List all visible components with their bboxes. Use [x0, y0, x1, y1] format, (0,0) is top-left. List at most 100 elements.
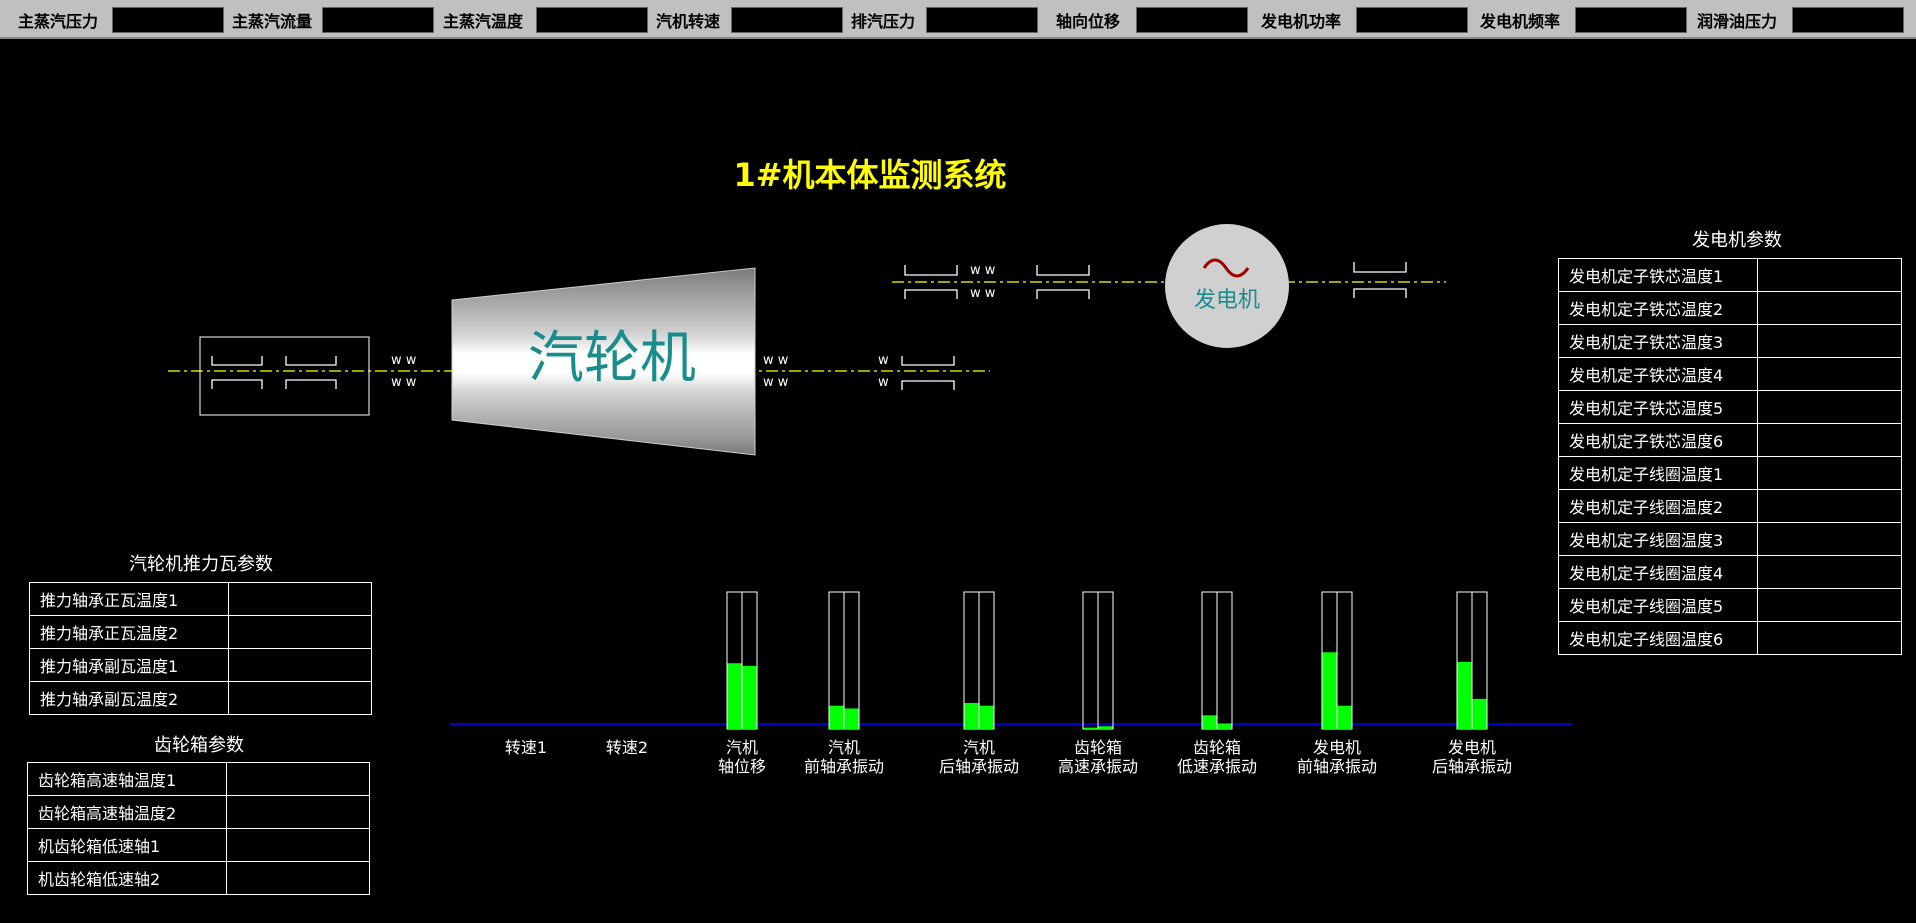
bar-gauge-fill [829, 705, 844, 729]
param-value [1757, 390, 1902, 424]
param-value [226, 828, 370, 862]
svg-text:w w: w w [763, 375, 789, 390]
param-value [1757, 291, 1902, 325]
bar-gauge-fill [1457, 661, 1472, 729]
svg-text:w w: w w [763, 353, 789, 368]
param-label: 推力轴承正瓦温度2 [29, 615, 229, 649]
vibration-bar-gauges [726, 591, 1488, 730]
generator-params-title: 发电机参数 [1692, 230, 1782, 251]
param-label: 发电机定子铁芯温度6 [1558, 423, 1758, 457]
bar-gauge-fill [1083, 727, 1098, 729]
bar-gauge-label: 转速2 [605, 738, 649, 757]
param-row: 推力轴承副瓦温度2 [29, 681, 372, 715]
bar-gauge-label: 齿轮箱 低速承振动 [1176, 738, 1257, 776]
thrust-params-table: 推力轴承正瓦温度1 推力轴承正瓦温度2 推力轴承副瓦温度1 推力轴承副瓦温度2 [29, 582, 372, 715]
bar-gauge-label: 汽机 后轴承振动 [938, 738, 1019, 776]
param-label: 推力轴承正瓦温度1 [29, 582, 229, 616]
bar-gauge-outline [1201, 591, 1218, 730]
bar-gauge-fill [1472, 698, 1487, 729]
param-row: 推力轴承正瓦温度2 [29, 615, 372, 649]
param-row: 发电机定子线圈温度1 [1558, 456, 1902, 490]
param-value [1757, 357, 1902, 391]
turbine-label: 汽轮机 [528, 326, 696, 391]
bar-gauge-label: 汽机 前轴承振动 [803, 738, 884, 776]
param-row: 齿轮箱高速轴温度2 [27, 795, 370, 829]
bar-gauge-label: 齿轮箱 高速承振动 [1057, 738, 1138, 776]
param-value [226, 861, 370, 895]
param-row: 发电机定子铁芯温度2 [1558, 291, 1902, 325]
bar-gauge-fill [964, 702, 979, 729]
param-row: 发电机定子线圈温度6 [1558, 621, 1902, 655]
param-label: 发电机定子线圈温度3 [1558, 522, 1758, 556]
param-value [226, 795, 370, 829]
param-row: 发电机定子铁芯温度6 [1558, 423, 1902, 457]
param-row: 机齿轮箱低速轴1 [27, 828, 370, 862]
bar-gauge-fill [742, 665, 757, 729]
thrust-bearing-box [199, 336, 370, 416]
svg-text:w w: w w [970, 263, 996, 278]
param-label: 发电机定子线圈温度1 [1558, 456, 1758, 490]
param-value [228, 615, 372, 649]
param-row: 机齿轮箱低速轴2 [27, 861, 370, 895]
gearbox-params-title: 齿轮箱参数 [154, 735, 244, 756]
svg-text:w: w [878, 375, 889, 390]
bar-gauge-fill [1202, 715, 1217, 729]
param-value [1757, 555, 1902, 589]
param-label: 发电机定子铁芯温度3 [1558, 324, 1758, 358]
bar-gauge-fill [1098, 726, 1113, 729]
thrust-params-title: 汽轮机推力瓦参数 [129, 554, 273, 575]
param-value [228, 681, 372, 715]
param-value [228, 648, 372, 682]
bar-gauge-fill [1337, 705, 1352, 729]
bar-gauge-label: 发电机 前轴承振动 [1296, 738, 1377, 776]
param-label: 发电机定子线圈温度5 [1558, 588, 1758, 622]
param-label: 推力轴承副瓦温度1 [29, 648, 229, 682]
bar-gauge-outline [1216, 591, 1233, 730]
generator-label: 发电机 [1194, 288, 1260, 313]
param-row: 推力轴承副瓦温度1 [29, 648, 372, 682]
bar-gauge-fill [1217, 723, 1232, 729]
bar-gauge-outline [1082, 591, 1099, 730]
param-value [1757, 489, 1902, 523]
bar-gauge-fill [727, 663, 742, 729]
param-value [1757, 423, 1902, 457]
param-row: 推力轴承正瓦温度1 [29, 582, 372, 616]
gearbox-params-table: 齿轮箱高速轴温度1 齿轮箱高速轴温度2 机齿轮箱低速轴1 机齿轮箱低速轴2 [27, 762, 370, 895]
param-label: 发电机定子铁芯温度2 [1558, 291, 1758, 325]
param-row: 发电机定子线圈温度4 [1558, 555, 1902, 589]
param-value [1757, 258, 1902, 292]
param-row: 发电机定子线圈温度5 [1558, 588, 1902, 622]
bar-gauge-fill [1322, 652, 1337, 729]
param-row: 发电机定子铁芯温度1 [1558, 258, 1902, 292]
param-label: 发电机定子铁芯温度1 [1558, 258, 1758, 292]
bar-gauge-outline [1097, 591, 1114, 730]
param-row: 发电机定子线圈温度2 [1558, 489, 1902, 523]
param-label: 发电机定子线圈温度4 [1558, 555, 1758, 589]
param-label: 发电机定子线圈温度6 [1558, 621, 1758, 655]
generator-params-table: 发电机定子铁芯温度1 发电机定子铁芯温度2 发电机定子铁芯温度3 发电机定子铁芯温度4… [1558, 258, 1902, 655]
param-label: 机齿轮箱低速轴1 [27, 828, 227, 862]
param-row: 发电机定子铁芯温度4 [1558, 357, 1902, 391]
param-row: 齿轮箱高速轴温度1 [27, 762, 370, 796]
svg-text:w w: w w [391, 375, 417, 390]
param-row: 发电机定子铁芯温度3 [1558, 324, 1902, 358]
generator-circle [1165, 224, 1289, 348]
param-value [1757, 456, 1902, 490]
bar-gauge-fill [979, 705, 994, 729]
param-label: 机齿轮箱低速轴2 [27, 861, 227, 895]
param-label: 齿轮箱高速轴温度1 [27, 762, 227, 796]
param-value [228, 582, 372, 616]
param-value [1757, 522, 1902, 556]
bar-gauge-fill [844, 708, 859, 729]
bar-gauge-label: 发电机 后轴承振动 [1431, 738, 1512, 776]
param-label: 发电机定子线圈温度2 [1558, 489, 1758, 523]
param-value [1757, 621, 1902, 655]
param-value [1757, 588, 1902, 622]
param-label: 齿轮箱高速轴温度2 [27, 795, 227, 829]
param-value [226, 762, 370, 796]
param-row: 发电机定子铁芯温度5 [1558, 390, 1902, 424]
param-label: 发电机定子铁芯温度4 [1558, 357, 1758, 391]
svg-text:w: w [878, 353, 889, 368]
param-value [1757, 324, 1902, 358]
svg-text:w w: w w [970, 286, 996, 301]
